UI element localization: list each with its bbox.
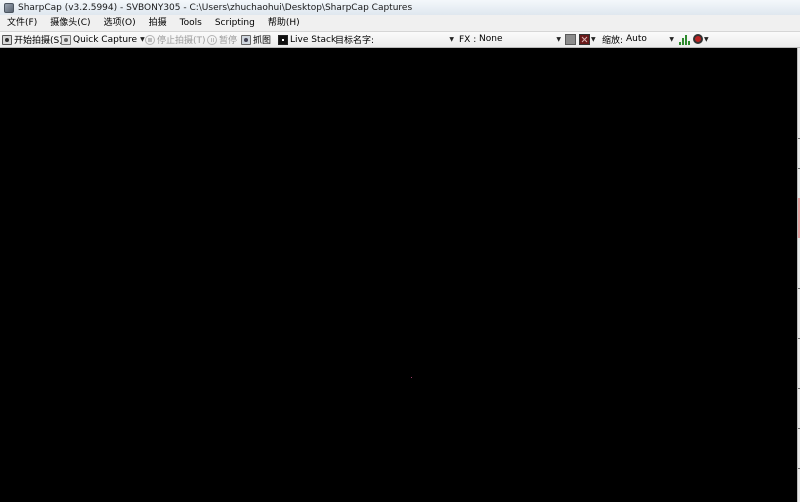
target-name-label: 目标名字: <box>335 36 375 46</box>
start-capture-button[interactable]: 开始拍摄(S) <box>2 32 63 47</box>
app-icon <box>4 2 14 13</box>
chevron-down-icon[interactable]: ▼ <box>704 32 709 47</box>
quick-capture-button[interactable]: Quick Capture ▼ <box>61 32 145 47</box>
menu-scripting[interactable]: Scripting <box>208 15 261 31</box>
menu-tools[interactable]: Tools <box>173 15 208 31</box>
histogram-icon[interactable] <box>678 34 690 45</box>
stop-capture-button[interactable]: 停止拍摄(T) <box>145 32 206 47</box>
menu-help[interactable]: 帮助(H) <box>261 15 306 31</box>
live-stack-button[interactable]: Live Stack <box>278 32 336 47</box>
snapshot-button[interactable]: 抓图 <box>241 32 271 47</box>
camera-record-icon <box>2 34 12 45</box>
zoom-combo[interactable]: Auto ▼ <box>624 34 674 45</box>
snapshot-label: 抓图 <box>253 36 272 46</box>
fx-combo[interactable]: None ▼ <box>477 34 561 45</box>
image-viewer[interactable] <box>0 48 797 502</box>
stop-icon <box>145 34 155 45</box>
menu-options[interactable]: 选项(O) <box>97 15 142 31</box>
star-point <box>411 377 412 378</box>
pause-icon <box>207 34 217 45</box>
magnifier-icon[interactable] <box>693 34 703 44</box>
target-name-combo[interactable]: ▼ <box>372 34 454 45</box>
toolbar: 开始拍摄(S) Quick Capture ▼ 停止拍摄(T) 暂停 抓图 Li… <box>0 31 800 48</box>
start-capture-label: 开始拍摄(S) <box>14 36 63 46</box>
stop-capture-label: 停止拍摄(T) <box>157 36 206 46</box>
menu-camera[interactable]: 摄像头(C) <box>43 15 96 31</box>
pause-label: 暂停 <box>219 36 238 46</box>
menu-file[interactable]: 文件(F) <box>0 15 43 31</box>
zoom-label: 缩放: <box>602 36 624 46</box>
live-stack-icon <box>278 34 288 45</box>
fx-label: FX : <box>459 34 477 45</box>
camera-icon <box>61 34 71 45</box>
window-title: SharpCap (v3.2.5994) - SVBONY305 - C:\Us… <box>18 2 413 13</box>
gray-color-swatch[interactable] <box>565 34 576 45</box>
menu-bar: 文件(F) 摄像头(C) 选项(O) 拍摄 Tools Scripting 帮助… <box>0 15 800 31</box>
chevron-down-icon[interactable]: ▼ <box>556 34 561 45</box>
chevron-down-icon[interactable]: ▼ <box>669 34 674 45</box>
chevron-down-icon[interactable]: ▼ <box>449 34 454 45</box>
red-color-swatch[interactable] <box>579 34 590 45</box>
menu-capture[interactable]: 拍摄 <box>142 15 173 31</box>
title-bar: SharpCap (v3.2.5994) - SVBONY305 - C:\Us… <box>0 0 800 16</box>
live-stack-label: Live Stack <box>290 34 337 45</box>
chevron-down-icon[interactable]: ▼ <box>591 32 596 47</box>
fx-value: None <box>479 34 503 44</box>
pause-button[interactable]: 暂停 <box>207 32 237 47</box>
zoom-value: Auto <box>626 34 647 44</box>
snapshot-icon <box>241 34 251 45</box>
quick-capture-label: Quick Capture <box>73 34 138 45</box>
